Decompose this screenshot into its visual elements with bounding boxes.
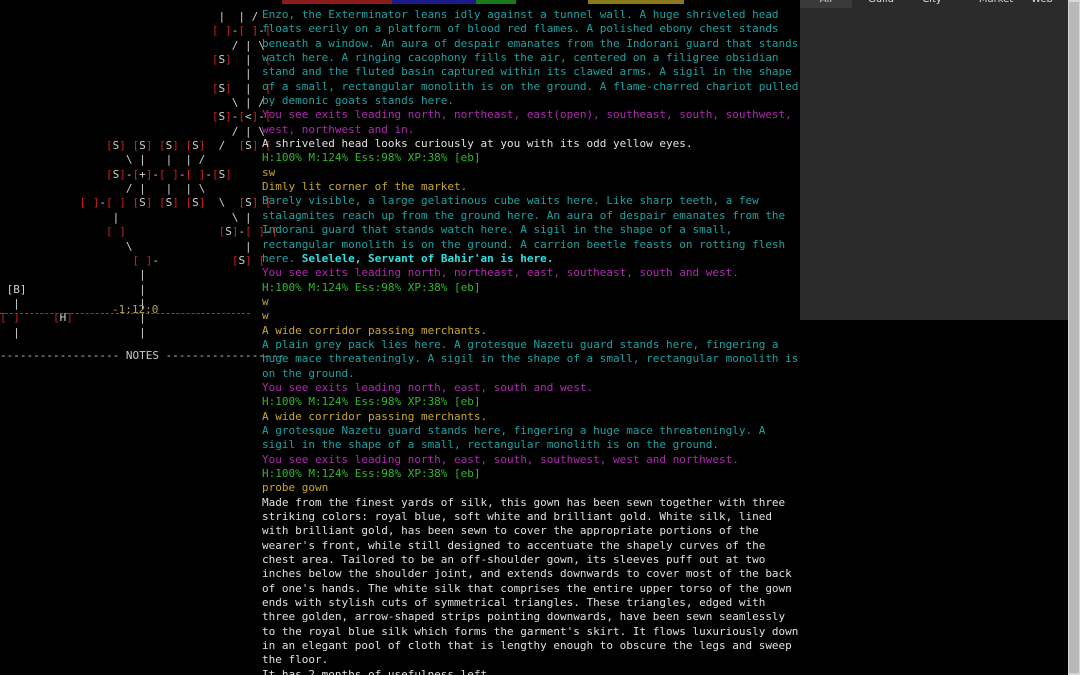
ascii-map: | | / [ ]-[ ]-[ / | \ [S] | [ | [S] | [… bbox=[0, 10, 279, 339]
output-line: A wide corridor passing merchants. bbox=[262, 324, 804, 338]
output-text: A grotesque Nazetu guard stands here, fi… bbox=[262, 423, 766, 452]
output-line: You see exits leading north, east, south… bbox=[262, 453, 804, 467]
map-pane[interactable]: | | / [ ]-[ ]-[ / | \ [S] | [ | [S] | [… bbox=[0, 0, 278, 339]
map-coordinates: -1:12:0 bbox=[112, 303, 159, 316]
output-text: You see exits leading north, east, south… bbox=[262, 380, 594, 394]
game-output[interactable]: Enzo, the Exterminator leans idly agains… bbox=[262, 8, 804, 675]
output-text: H:100% M:124% Ess:98% XP:38% [eb] bbox=[262, 280, 481, 294]
output-line: probe gown bbox=[262, 481, 804, 495]
output-highlight: Selelele, Servant of Bahir'an is here. bbox=[295, 251, 554, 265]
output-line: It has 2 months of usefulness left. bbox=[262, 668, 804, 675]
output-line: Made from the finest yards of silk, this… bbox=[262, 496, 804, 668]
tab-all[interactable]: All bbox=[800, 0, 852, 8]
output-line: H:100% M:124% Ess:98% XP:38% [eb] bbox=[262, 281, 804, 295]
health-bar bbox=[282, 0, 392, 4]
output-text: A shriveled head looks curiously at you … bbox=[262, 137, 693, 151]
map-legend-b: [B] bbox=[6, 282, 27, 296]
tab-city[interactable]: City bbox=[910, 0, 954, 8]
map-divider bbox=[0, 313, 250, 314]
tab-guild[interactable]: Guild bbox=[856, 0, 906, 8]
output-line: H:100% M:124% Ess:98% XP:38% [eb] bbox=[262, 395, 804, 409]
output-text: It has 2 months of usefulness left. bbox=[262, 667, 494, 675]
output-text: probe gown bbox=[262, 481, 329, 495]
tab-web[interactable]: Web bbox=[1022, 0, 1062, 8]
output-line: You see exits leading north, northeast, … bbox=[262, 108, 804, 137]
output-line: Dimly lit corner of the market. bbox=[262, 180, 804, 194]
output-line: You see exits leading north, east, south… bbox=[262, 381, 804, 395]
output-text: Made from the finest yards of silk, this… bbox=[262, 495, 799, 667]
output-line: H:100% M:124% Ess:98% XP:38% [eb] bbox=[262, 467, 804, 481]
output-text: Dimly lit corner of the market. bbox=[262, 180, 468, 194]
output-text: w bbox=[262, 309, 269, 323]
output-text: You see exits leading north, east, south… bbox=[262, 452, 739, 466]
output-line: w bbox=[262, 295, 804, 309]
chat-tabs: All Guild City Market Web bbox=[800, 0, 1068, 8]
notes-header: ------------------ NOTES ---------------… bbox=[0, 349, 285, 362]
vitals-bars bbox=[254, 0, 800, 4]
output-text: H:100% M:124% Ess:98% XP:38% [eb] bbox=[262, 395, 481, 409]
essence-bar bbox=[476, 0, 516, 4]
mana-bar bbox=[392, 0, 476, 4]
output-text: You see exits leading north, northeast, … bbox=[262, 266, 739, 280]
vertical-scrollbar[interactable] bbox=[1068, 0, 1080, 675]
output-line: A plain grey pack lies here. A grotesque… bbox=[262, 338, 804, 381]
output-line: sw bbox=[262, 166, 804, 180]
output-text: Enzo, the Exterminator leans idly agains… bbox=[262, 8, 799, 108]
output-line: Barely visible, a large gelatinous cube … bbox=[262, 194, 804, 266]
output-line: H:100% M:124% Ess:98% XP:38% [eb] bbox=[262, 151, 804, 165]
output-line: You see exits leading north, northeast, … bbox=[262, 266, 804, 280]
output-line: A wide corridor passing merchants. bbox=[262, 410, 804, 424]
output-text: A plain grey pack lies here. A grotesque… bbox=[262, 337, 799, 380]
scrollbar-thumb[interactable] bbox=[1069, 2, 1079, 673]
chat-panel[interactable]: All Guild City Market Web bbox=[800, 0, 1068, 320]
output-text: w bbox=[262, 294, 269, 308]
output-line: A shriveled head looks curiously at you … bbox=[262, 137, 804, 151]
output-text: A wide corridor passing merchants. bbox=[262, 323, 488, 337]
tab-market[interactable]: Market bbox=[968, 0, 1024, 8]
output-text: sw bbox=[262, 165, 276, 179]
output-text: H:100% M:124% Ess:98% XP:38% [eb] bbox=[262, 467, 481, 480]
output-line: w bbox=[262, 309, 804, 323]
output-text: You see exits leading north, northeast, … bbox=[262, 108, 792, 136]
output-text: H:100% M:124% Ess:98% XP:38% [eb] bbox=[262, 151, 481, 165]
output-text: A wide corridor passing merchants. bbox=[262, 409, 488, 423]
output-line: A grotesque Nazetu guard stands here, fi… bbox=[262, 424, 804, 453]
output-line: Enzo, the Exterminator leans idly agains… bbox=[262, 8, 804, 108]
xp-bar bbox=[588, 0, 684, 4]
